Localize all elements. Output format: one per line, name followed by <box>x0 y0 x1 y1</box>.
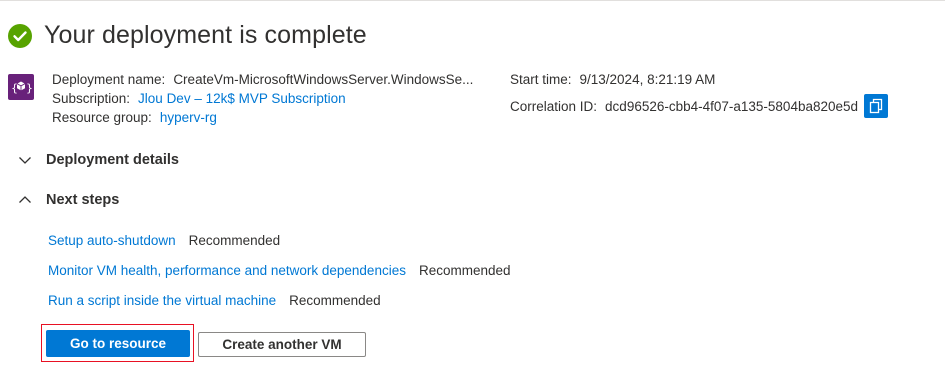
go-to-resource-button[interactable]: Go to resource <box>46 330 190 357</box>
run-script-link[interactable]: Run a script inside the virtual machine <box>48 293 276 308</box>
copy-correlation-button[interactable] <box>864 94 889 118</box>
resource-group-row: Resource group: hyperv-rg <box>52 108 473 127</box>
svg-text:}: } <box>26 82 33 95</box>
deployment-meta: Start time: 9/13/2024, 8:21:19 AM Correl… <box>510 70 889 118</box>
page-header: Your deployment is complete <box>8 21 367 50</box>
deployment-info: Deployment name: CreateVm-MicrosoftWindo… <box>52 70 473 127</box>
subscription-label: Subscription: <box>52 91 131 106</box>
monitor-vm-health-link[interactable]: Monitor VM health, performance and netwo… <box>48 263 406 278</box>
subscription-row: Subscription: Jlou Dev – 12k$ MVP Subscr… <box>52 89 473 108</box>
start-time-label: Start time: <box>510 72 572 87</box>
chevron-down-icon <box>19 157 31 164</box>
svg-text:{: { <box>11 82 18 95</box>
deployment-details-label: Deployment details <box>46 152 179 168</box>
correlation-value: dcd96526-cbb4-4f07-a135-5804ba820e5d <box>605 98 859 114</box>
start-time-value: 9/13/2024, 8:21:19 AM <box>579 72 716 87</box>
next-step-item: Setup auto-shutdown Recommended <box>48 233 280 248</box>
chevron-up-icon <box>19 196 31 203</box>
checkmark-circle-icon <box>8 23 32 48</box>
next-step-item: Run a script inside the virtual machine … <box>48 293 381 308</box>
correlation-label: Correlation ID: <box>510 98 598 114</box>
correlation-row: Correlation ID: dcd96526-cbb4-4f07-a135-… <box>510 94 889 118</box>
recommended-tag: Recommended <box>188 233 281 248</box>
page-title: Your deployment is complete <box>44 21 367 49</box>
recommended-tag: Recommended <box>418 263 511 278</box>
subscription-link[interactable]: Jlou Dev – 12k$ MVP Subscription <box>138 89 346 108</box>
recommended-tag: Recommended <box>289 293 381 308</box>
setup-auto-shutdown-link[interactable]: Setup auto-shutdown <box>48 233 176 248</box>
resource-group-label: Resource group: <box>52 110 152 125</box>
deployment-overview: Your deployment is complete { } Deployme… <box>0 0 945 368</box>
next-steps-label: Next steps <box>46 192 120 208</box>
deployment-name-label: Deployment name: <box>52 72 166 87</box>
resource-group-link[interactable]: hyperv-rg <box>160 108 217 127</box>
deployment-details-toggle[interactable]: Deployment details <box>18 152 179 168</box>
deployment-name-value: CreateVm-MicrosoftWindowsServer.WindowsS… <box>173 72 474 87</box>
next-step-item: Monitor VM health, performance and netwo… <box>48 263 511 278</box>
copy-icon <box>869 98 883 114</box>
create-another-vm-button[interactable]: Create another VM <box>198 332 366 357</box>
start-time-row: Start time: 9/13/2024, 8:21:19 AM <box>510 70 888 89</box>
deployment-name-row: Deployment name: CreateVm-MicrosoftWindo… <box>52 70 473 89</box>
next-steps-toggle[interactable]: Next steps <box>18 192 119 208</box>
deployment-cube-icon: { } <box>8 74 34 100</box>
